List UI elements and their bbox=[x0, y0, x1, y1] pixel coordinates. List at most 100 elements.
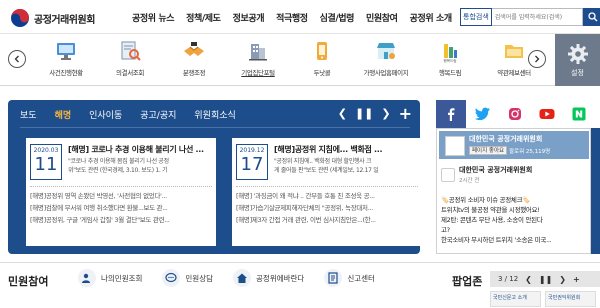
search-button[interactable] bbox=[582, 8, 600, 26]
quick-item-happy-dream[interactable]: 행복드림 행복드림 bbox=[418, 38, 482, 77]
board-divider bbox=[20, 127, 410, 128]
popup-prev-button[interactable]: ❮ bbox=[525, 275, 532, 284]
global-nav: 공정위 뉴스 정책/제도 정보공개 적극행정 심결/법령 민원참여 공정위 소개 bbox=[132, 11, 464, 24]
nav-proactive[interactable]: 적극행정 bbox=[276, 11, 308, 24]
facebook-feed: 대한민국 공정거래위원회 페이지 좋아요 팔로워 25,119명 대한민국 공정… bbox=[436, 128, 591, 254]
quick-item-decision-search[interactable]: 의결서조회 bbox=[98, 38, 162, 77]
popup-more-button[interactable]: + bbox=[573, 275, 580, 284]
like-page-button[interactable]: 페이지 좋아요 bbox=[469, 146, 508, 155]
popup-next-button[interactable]: ❯ bbox=[559, 275, 566, 284]
facebook-icon bbox=[448, 108, 455, 121]
building-icon bbox=[245, 38, 271, 64]
facebook-page-cover: 대한민국 공정거래위원회 페이지 좋아요 팔로워 25,119명 bbox=[439, 131, 589, 159]
popup-thumb[interactable]: 국민신문고 소개 bbox=[490, 291, 541, 307]
card-date: 2020.03 11 bbox=[30, 144, 62, 180]
tab-notice[interactable]: 공고/공지 bbox=[140, 108, 176, 121]
board-more-button[interactable]: + bbox=[399, 104, 412, 123]
bottom-bar: 민원참여 나의민원조회 민원상담 공정위에바란다 신고센터 팝업존 3 / 12… bbox=[0, 262, 600, 308]
quick-next-button[interactable] bbox=[528, 50, 546, 68]
tab-twitter[interactable] bbox=[468, 100, 498, 128]
list-item[interactable]: [해명]제3자 간접 거래 관련, 이번 심사지침안은...(한... bbox=[236, 214, 418, 226]
facebook-page-name[interactable]: 대한민국 공정거래위원회 bbox=[469, 134, 542, 144]
board-next-button[interactable]: ❯ bbox=[381, 107, 390, 120]
nav-policy[interactable]: 정책/제도 bbox=[186, 11, 221, 24]
avatar bbox=[441, 167, 455, 182]
tab-committee-news[interactable]: 위원회소식 bbox=[194, 108, 235, 121]
list-item[interactable]: [해명]검찰에 무서워 여행 취소했다면 환불...보도 관... bbox=[30, 202, 212, 214]
settings-label: 설정 bbox=[571, 68, 584, 77]
quick-item-business-group-portal[interactable]: 기업집단포털 bbox=[226, 38, 290, 77]
popup-zone-title: 팝업존 bbox=[452, 275, 483, 288]
card-title-link[interactable]: [해명]공정위 지침에... 백화점 ... bbox=[274, 144, 418, 155]
post-header: 대한민국 공정거래위원회 2시간 전 bbox=[441, 165, 532, 184]
news-card: 2019.12 17 [해명]공정위 지침에... 백화점 ... "공정위 지… bbox=[232, 138, 422, 246]
quick-item-mediation[interactable]: 분쟁조정 bbox=[162, 38, 226, 77]
handshake-icon bbox=[181, 38, 207, 64]
nav-news[interactable]: 공정위 뉴스 bbox=[132, 11, 175, 24]
quick-item-case-status[interactable]: 사건진행현황 bbox=[34, 38, 98, 77]
naver-blog-icon bbox=[572, 107, 586, 121]
card-day: 11 bbox=[34, 154, 58, 175]
civil-item-consultation[interactable]: 민원상담 bbox=[162, 269, 213, 287]
settings-button[interactable]: 설정 bbox=[555, 34, 600, 86]
post-line: 트위치tv의 불공정 약관을 시정했어요! bbox=[441, 206, 540, 214]
nav-about[interactable]: 공정위 소개 bbox=[410, 11, 453, 24]
board-pause-button[interactable]: ❚❚ bbox=[355, 107, 373, 120]
list-item[interactable]: [해명]공정위 영역 손봤던 박영선, '사전협의 없었다'... bbox=[30, 190, 212, 202]
list-item[interactable]: [해명]공정위, 구글 '게임사 갑질' 3월 결단"보도 관련... bbox=[30, 214, 212, 226]
tab-press-release[interactable]: 보도 bbox=[20, 108, 37, 121]
quick-item-do-not-call[interactable]: 두낫콜 bbox=[290, 38, 354, 77]
board-tabs: 보도 해명 인사이동 공고/공지 위원회소식 bbox=[20, 108, 254, 121]
quick-item-label: 기업집단포털 bbox=[241, 69, 275, 77]
card-list: [해명] '과징금이 왜 적냐 .. 간부들 호통 친 조성욱 공... [해명… bbox=[236, 190, 418, 226]
page: 공정거래위원회 공정위 뉴스 정책/제도 정보공개 적극행정 심결/법령 민원참… bbox=[0, 0, 600, 308]
page-logo bbox=[445, 136, 465, 156]
report-icon bbox=[324, 269, 343, 287]
chevron-left-icon bbox=[14, 55, 19, 63]
list-item[interactable]: [해명]가습기살균제피해자단체의 "공정위, 녹장대처... bbox=[236, 202, 418, 214]
quick-item-label: 의결서조회 bbox=[116, 69, 144, 77]
search-scope-select[interactable]: 통합검색 bbox=[460, 8, 492, 26]
tab-naver-blog[interactable] bbox=[564, 100, 594, 128]
quick-prev-button[interactable] bbox=[8, 50, 26, 68]
post-line: 한국소비자 무시하던 트위치 '소송은 미국... bbox=[441, 236, 552, 244]
civil-items: 나의민원조회 민원상담 공정위에바란다 신고센터 bbox=[78, 269, 395, 287]
tab-instagram[interactable] bbox=[500, 100, 530, 128]
youtube-icon bbox=[539, 109, 555, 119]
post-author[interactable]: 대한민국 공정거래위원회 bbox=[459, 165, 532, 175]
tab-facebook[interactable] bbox=[436, 100, 466, 128]
tab-personnel[interactable]: 인사이동 bbox=[89, 108, 122, 121]
card-day: 17 bbox=[240, 154, 264, 175]
nav-decisions-laws[interactable]: 심결/법령 bbox=[320, 11, 355, 24]
house-icon bbox=[233, 269, 252, 287]
civil-item-label: 나의민원조회 bbox=[101, 273, 143, 283]
quick-item-franchise[interactable]: 가맹사업홈페이지 bbox=[354, 38, 418, 77]
popup-pause-button[interactable]: ❚❚ bbox=[539, 275, 552, 284]
card-title-link[interactable]: [해명] 코로나 추경 이용해 불리기 나선 ... bbox=[68, 144, 212, 155]
civil-item-report-center[interactable]: 신고센터 bbox=[324, 269, 375, 287]
quick-item-label: 사건진행현황 bbox=[49, 69, 83, 77]
quick-item-label: 가맹사업홈페이지 bbox=[363, 69, 409, 77]
quick-item-label: 약관제보센터 bbox=[497, 69, 531, 77]
nav-disclosure[interactable]: 정보공개 bbox=[233, 11, 265, 24]
board-prev-button[interactable]: ❮ bbox=[338, 107, 347, 120]
tab-clarification[interactable]: 해명 bbox=[55, 108, 72, 121]
popup-zone-controls: 3 / 12 ❮ ❚❚ ❯ + bbox=[490, 271, 600, 287]
civil-section-title: 민원참여 bbox=[8, 275, 49, 288]
instagram-icon bbox=[509, 108, 521, 120]
search-input[interactable] bbox=[491, 8, 583, 26]
popup-thumb[interactable]: 국민권익위원회 bbox=[545, 291, 596, 307]
tab-youtube[interactable] bbox=[532, 100, 562, 128]
site-logo[interactable]: 공정거래위원회 bbox=[10, 8, 95, 28]
civil-item-label: 공정위에바란다 bbox=[256, 273, 305, 283]
civil-item-suggestions[interactable]: 공정위에바란다 bbox=[233, 269, 304, 287]
post-line: 🏷️공정위 소비자 이슈 공정체크🏷️ bbox=[441, 196, 531, 204]
nav-civil[interactable]: 민원참여 bbox=[366, 11, 398, 24]
board-controls: ❮ ❚❚ ❯ + bbox=[330, 104, 412, 123]
folder-icon bbox=[501, 38, 527, 64]
sns-tabs bbox=[436, 100, 600, 128]
list-item[interactable]: [해명] '과징금이 왜 적냐 .. 간부들 호통 친 조성욱 공... bbox=[236, 190, 418, 202]
post-text: 🏷️공정위 소비자 이슈 공정체크🏷️ 트위치tv의 불공정 약관을 시정했어요… bbox=[441, 195, 587, 245]
civil-item-my-petitions[interactable]: 나의민원조회 bbox=[78, 269, 142, 287]
logo-text: 공정거래위원회 bbox=[34, 14, 95, 26]
